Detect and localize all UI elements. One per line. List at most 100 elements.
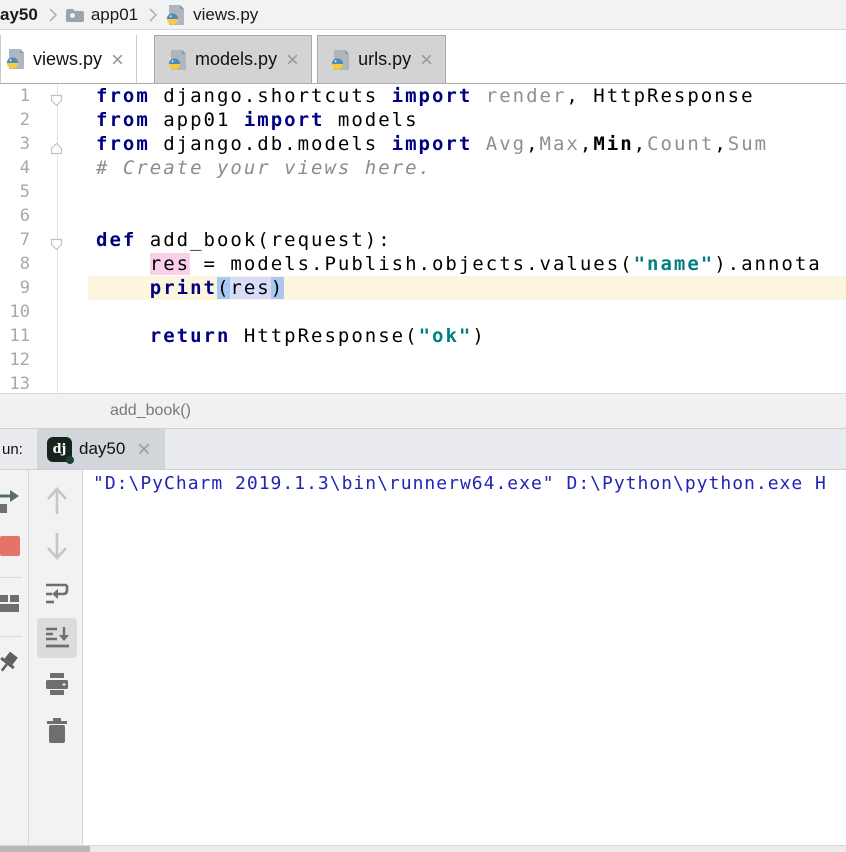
scroll-to-end-icon[interactable] [37,618,77,658]
code-line-4[interactable]: 4 # Create your views here. [0,156,846,180]
gutter: 9 [0,276,88,300]
tab-models-py[interactable]: models.py [154,35,312,83]
tab-label: views.py [33,49,102,70]
code-text: return HttpResponse("ok") [88,324,846,348]
code-text: from app01 import models [88,108,846,132]
python-file-icon [167,49,189,71]
line-number: 7 [0,228,30,252]
line-number: 12 [0,348,30,372]
console-toolbar [29,470,83,845]
line-number: 10 [0,300,30,324]
code-text: from django.shortcuts import render, Htt… [88,84,846,108]
code-line-9[interactable]: 9 print(res) [0,276,846,300]
code-line-1[interactable]: 1 from django.shortcuts import render, Ht… [0,84,846,108]
editor-tab-strip: views.py models.py urls.py [0,30,846,84]
breadcrumb-label: views.py [193,5,258,25]
gutter: 12 [0,348,88,372]
context-function-label[interactable]: add_book() [110,402,191,420]
console-command-line: "D:\PyCharm 2019.1.3\bin\runnerw64.exe" … [93,473,846,494]
line-number: 5 [0,180,30,204]
code-text: # Create your views here. [88,156,846,180]
gutter: 2 [0,108,88,132]
code-text: print(res) [88,276,846,300]
stop-icon[interactable] [0,533,23,559]
horizontal-scrollbar[interactable] [0,845,846,852]
code-lines: 1 from django.shortcuts import render, Ht… [0,84,846,393]
restore-layout-icon[interactable] [0,592,24,616]
line-number: 8 [0,252,30,276]
toolbar-divider [0,577,22,578]
clear-console-icon[interactable] [44,716,70,746]
line-number: 13 [0,372,30,393]
code-line-10[interactable]: 10 [0,300,846,324]
console-output[interactable]: "D:\PyCharm 2019.1.3\bin\runnerw64.exe" … [83,470,846,845]
tab-urls-py[interactable]: urls.py [317,35,446,83]
line-number: 4 [0,156,30,180]
code-text [88,348,846,372]
line-number: 1 [0,84,30,108]
close-icon[interactable] [286,53,299,66]
close-icon[interactable] [137,442,151,456]
close-icon[interactable] [420,53,433,66]
pin-icon[interactable] [0,649,23,677]
breadcrumb: ay50 app01 views.py [0,0,846,30]
tab-views-py[interactable]: views.py [0,35,137,83]
navigate-down-icon[interactable] [43,530,71,564]
code-line-5[interactable]: 5 [0,180,846,204]
close-icon[interactable] [111,53,124,66]
chevron-right-icon [149,7,158,23]
gutter: 5 [0,180,88,204]
run-main-toolbar [0,470,29,845]
gutter: 7 [0,228,88,252]
line-number: 2 [0,108,30,132]
code-line-6[interactable]: 6 [0,204,846,228]
run-toolwindow-title: un: [2,441,35,458]
context-bar: add_book() [0,393,846,429]
breadcrumb-item-views-py[interactable]: views.py [165,4,262,26]
code-text: res = models.Publish.objects.values("nam… [88,252,846,276]
breadcrumb-label: app01 [91,5,138,25]
pycharm-window: ay50 app01 views.py views.py models.py urls.… [0,0,846,852]
code-text [88,372,846,393]
run-tab-label: day50 [79,439,125,459]
code-line-12[interactable]: 12 [0,348,846,372]
gutter: 4 [0,156,88,180]
line-number: 6 [0,204,30,228]
gutter: 11 [0,324,88,348]
toolbar-divider [0,636,22,637]
code-line-7[interactable]: 7 def add_book(request): [0,228,846,252]
rerun-icon[interactable] [0,486,26,516]
navigate-up-icon[interactable] [43,483,71,517]
code-line-8[interactable]: 8 res = models.Publish.objects.values("n… [0,252,846,276]
print-icon[interactable] [43,670,71,698]
breadcrumb-item-app01[interactable]: app01 [65,5,142,25]
breadcrumb-item-ay50[interactable]: ay50 [0,5,42,25]
tab-label: models.py [195,49,277,70]
gutter: 1 [0,84,88,108]
django-icon: dj [47,437,72,462]
line-number: 9 [0,276,30,300]
code-text [88,300,846,324]
breadcrumb-label: ay50 [0,5,38,25]
python-file-icon [5,48,27,70]
code-line-11[interactable]: 11 return HttpResponse("ok") [0,324,846,348]
soft-wrap-icon[interactable] [42,578,72,608]
code-text: def add_book(request): [88,228,846,252]
line-number: 3 [0,132,30,156]
code-text [88,204,846,228]
code-line-13[interactable]: 13 [0,372,846,393]
gutter: 8 [0,252,88,276]
gutter: 13 [0,372,88,393]
run-toolwindow-header: un: dj day50 [0,429,846,470]
scrollbar-thumb[interactable] [0,846,90,852]
folder-icon [65,7,85,23]
code-editor[interactable]: 1 from django.shortcuts import render, Ht… [0,84,846,393]
code-line-3[interactable]: 3 from django.db.models import Avg,Max,Mi… [0,132,846,156]
code-text: from django.db.models import Avg,Max,Min… [88,132,846,156]
gutter: 6 [0,204,88,228]
gutter: 10 [0,300,88,324]
code-line-2[interactable]: 2 from app01 import models [0,108,846,132]
tab-label: urls.py [358,49,411,70]
run-tab-day50[interactable]: dj day50 [37,429,165,469]
run-console-panel: "D:\PyCharm 2019.1.3\bin\runnerw64.exe" … [0,470,846,845]
